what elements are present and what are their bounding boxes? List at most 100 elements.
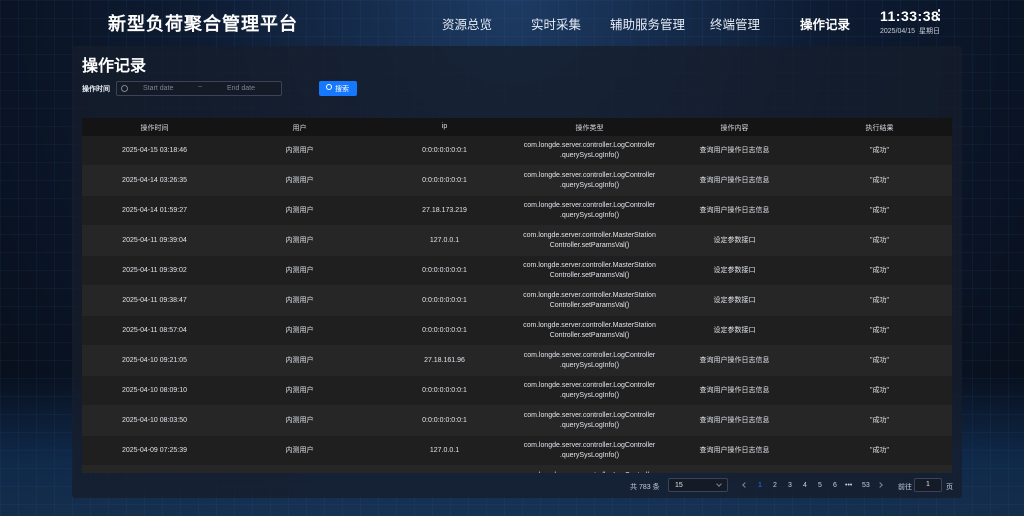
cell-time: 2025-04-15 03:18:46 bbox=[122, 147, 187, 154]
cell-user: 内测用户 bbox=[285, 387, 314, 394]
top-header: 新型负荷聚合管理平台 资源总览 实时采集 辅助服务管理 终端管理 操作记录 11… bbox=[0, 0, 1024, 44]
page-size-select[interactable]: 15 bbox=[668, 478, 728, 492]
column-header-user: 用户 bbox=[292, 125, 307, 132]
cell-user: 内测用户 bbox=[285, 447, 314, 454]
cell-user: 内测用户 bbox=[285, 417, 314, 424]
cell-ip: 0:0:0:0:0:0:0:1 bbox=[422, 267, 467, 274]
operation-log-panel: 操作记录 操作时间 Start date ~ End date 搜索 操作时间 … bbox=[72, 46, 962, 498]
cell-time: 2025-04-10 08:09:10 bbox=[122, 387, 187, 394]
nav-item-operation-log[interactable]: 操作记录 bbox=[800, 14, 850, 33]
cell-user: 内测用户 bbox=[285, 297, 314, 304]
cell-content: 设定参数接口 bbox=[713, 237, 756, 244]
clock: 11:33:38 2025/04/15 星期日 bbox=[880, 8, 940, 35]
table-row: 2025-04-14 01:59:27 内测用户 27.18.173.219 com.… bbox=[82, 196, 952, 226]
cell-time: 2025-04-11 09:38:47 bbox=[122, 297, 187, 304]
cell-time: 2025-04-11 09:39:04 bbox=[122, 237, 187, 244]
cell-type-line1: com.longde.server.controller.LogControll… bbox=[523, 442, 656, 449]
cell-type-line1: com.longde.server.controller.MasterStati… bbox=[523, 262, 656, 269]
column-header-content: 操作内容 bbox=[720, 125, 749, 132]
cell-type-line2: .querySysLogInfo() bbox=[559, 422, 620, 429]
nav-item-resource-overview[interactable]: 资源总览 bbox=[442, 14, 492, 33]
nav-item-terminal-management[interactable]: 终端管理 bbox=[710, 14, 760, 33]
cell-result: "成功" bbox=[870, 267, 889, 274]
end-date-input[interactable]: End date bbox=[227, 85, 277, 92]
cell-type-line2: Controller.setParamsVal() bbox=[549, 302, 630, 309]
prev-page-icon[interactable] bbox=[742, 482, 748, 488]
main-nav: 资源总览 实时采集 辅助服务管理 终端管理 操作记录 bbox=[0, 14, 1024, 33]
page-6[interactable]: 6 bbox=[833, 482, 837, 489]
cell-type-line1: com.longde.server.controller.LogControll… bbox=[523, 172, 656, 179]
table-header: 操作时间 用户 ip 操作类型 操作内容 执行结果 bbox=[82, 118, 952, 136]
page-ellipsis[interactable]: ••• bbox=[845, 482, 852, 489]
range-separator: ~ bbox=[198, 84, 203, 91]
cell-type-line1: com.longde.server.controller.LogControll… bbox=[523, 142, 656, 149]
clock-time: 11:33:38 bbox=[880, 8, 940, 24]
table-row: 2025-04-14 03:26:35 内测用户 0:0:0:0:0:0:0:1 co… bbox=[82, 166, 952, 196]
page-4[interactable]: 4 bbox=[803, 482, 807, 489]
clock-weekday: 星期日 bbox=[919, 28, 941, 35]
page-2[interactable]: 2 bbox=[773, 482, 777, 489]
table-row: 2025-04-10 09:21:05 内测用户 27.18.161.96 com.l… bbox=[82, 346, 952, 376]
cell-type-line2: .querySysLogInfo() bbox=[559, 212, 620, 219]
start-date-input[interactable]: Start date bbox=[143, 85, 203, 92]
next-page-icon[interactable] bbox=[877, 482, 883, 488]
cell-type-line2: Controller.setParamsVal() bbox=[549, 242, 630, 249]
cell-time: 2025-04-09 07:25:39 bbox=[122, 447, 187, 454]
nav-item-ancillary-services[interactable]: 辅助服务管理 bbox=[610, 14, 685, 33]
cell-type-line1: com.longde.server.controller.LogControll… bbox=[523, 202, 656, 209]
cell-type-line2: .querySysLogInfo() bbox=[559, 182, 620, 189]
table-row: com.longde.server.controller.LogControll… bbox=[82, 466, 952, 473]
clock-date: 2025/04/15 bbox=[880, 28, 916, 35]
cell-content: 设定参数接口 bbox=[713, 297, 756, 304]
filter-label: 操作时间 bbox=[82, 86, 110, 93]
cell-result: "成功" bbox=[870, 207, 889, 214]
more-vertical-icon[interactable] bbox=[936, 9, 942, 23]
cell-type-line2: .querySysLogInfo() bbox=[559, 452, 620, 459]
cell-result: "成功" bbox=[870, 387, 889, 394]
cell-time: 2025-04-10 08:03:50 bbox=[122, 417, 187, 424]
clock-date-line: 2025/04/15 星期日 bbox=[880, 26, 940, 36]
cell-result: "成功" bbox=[870, 237, 889, 244]
cell-user: 内测用户 bbox=[285, 357, 314, 364]
cell-type-line1: com.longde.server.controller.LogControll… bbox=[523, 352, 656, 359]
table-row: 2025-04-09 07:25:39 内测用户 127.0.0.1 com.long… bbox=[82, 436, 952, 466]
page-1[interactable]: 1 bbox=[758, 482, 762, 489]
cell-content: 查询用户操作日志信息 bbox=[699, 447, 770, 454]
cell-type-line1: com.longde.server.controller.LogControll… bbox=[517, 471, 662, 473]
table-row: 2025-04-11 09:38:47 内测用户 0:0:0:0:0:0:0:1 co… bbox=[82, 286, 952, 316]
cell-type-line1: com.longde.server.controller.LogControll… bbox=[523, 382, 656, 389]
goto-page-input[interactable]: 1 bbox=[914, 478, 942, 492]
column-header-ip: ip bbox=[441, 123, 448, 130]
date-range-picker[interactable]: Start date ~ End date bbox=[116, 81, 282, 96]
page-title: 操作记录 bbox=[82, 58, 147, 75]
table-row: 2025-04-11 09:39:02 内测用户 0:0:0:0:0:0:0:1 co… bbox=[82, 256, 952, 286]
cell-result: "成功" bbox=[870, 447, 889, 454]
table-row: 2025-04-10 08:09:10 内测用户 0:0:0:0:0:0:0:1 co… bbox=[82, 376, 952, 406]
column-header-type: 操作类型 bbox=[575, 125, 604, 132]
operation-log-table: 操作时间 用户 ip 操作类型 操作内容 执行结果 2025-04-15 03:… bbox=[82, 118, 952, 473]
column-header-time: 操作时间 bbox=[140, 125, 169, 132]
cell-content: 查询用户操作日志信息 bbox=[699, 417, 770, 424]
search-button[interactable]: 搜索 bbox=[319, 81, 357, 96]
cell-ip: 127.0.0.1 bbox=[429, 447, 460, 454]
cell-result: "成功" bbox=[870, 357, 889, 364]
cell-time: 2025-04-14 03:26:35 bbox=[122, 177, 187, 184]
cell-result: "成功" bbox=[870, 297, 889, 304]
cell-ip: 27.18.173.219 bbox=[422, 207, 467, 214]
nav-item-realtime-collection[interactable]: 实时采集 bbox=[531, 14, 581, 33]
cell-time: 2025-04-11 08:57:04 bbox=[122, 327, 187, 334]
cell-user: 内测用户 bbox=[285, 237, 314, 244]
cell-result: "成功" bbox=[870, 417, 889, 424]
cell-type-line2: Controller.setParamsVal() bbox=[549, 272, 630, 279]
goto-unit: 页 bbox=[946, 484, 953, 491]
cell-user: 内测用户 bbox=[285, 327, 314, 334]
cell-ip: 27.18.161.96 bbox=[424, 357, 465, 364]
cell-user: 内测用户 bbox=[285, 147, 314, 154]
page-size-value: 15 bbox=[675, 482, 683, 489]
table-row: 2025-04-11 09:39:04 内测用户 127.0.0.1 com.long… bbox=[82, 226, 952, 256]
page-3[interactable]: 3 bbox=[788, 482, 792, 489]
cell-content: 查询用户操作日志信息 bbox=[699, 357, 770, 364]
cell-result: "成功" bbox=[870, 327, 889, 334]
page-5[interactable]: 5 bbox=[818, 482, 822, 489]
page-53[interactable]: 53 bbox=[862, 482, 870, 489]
